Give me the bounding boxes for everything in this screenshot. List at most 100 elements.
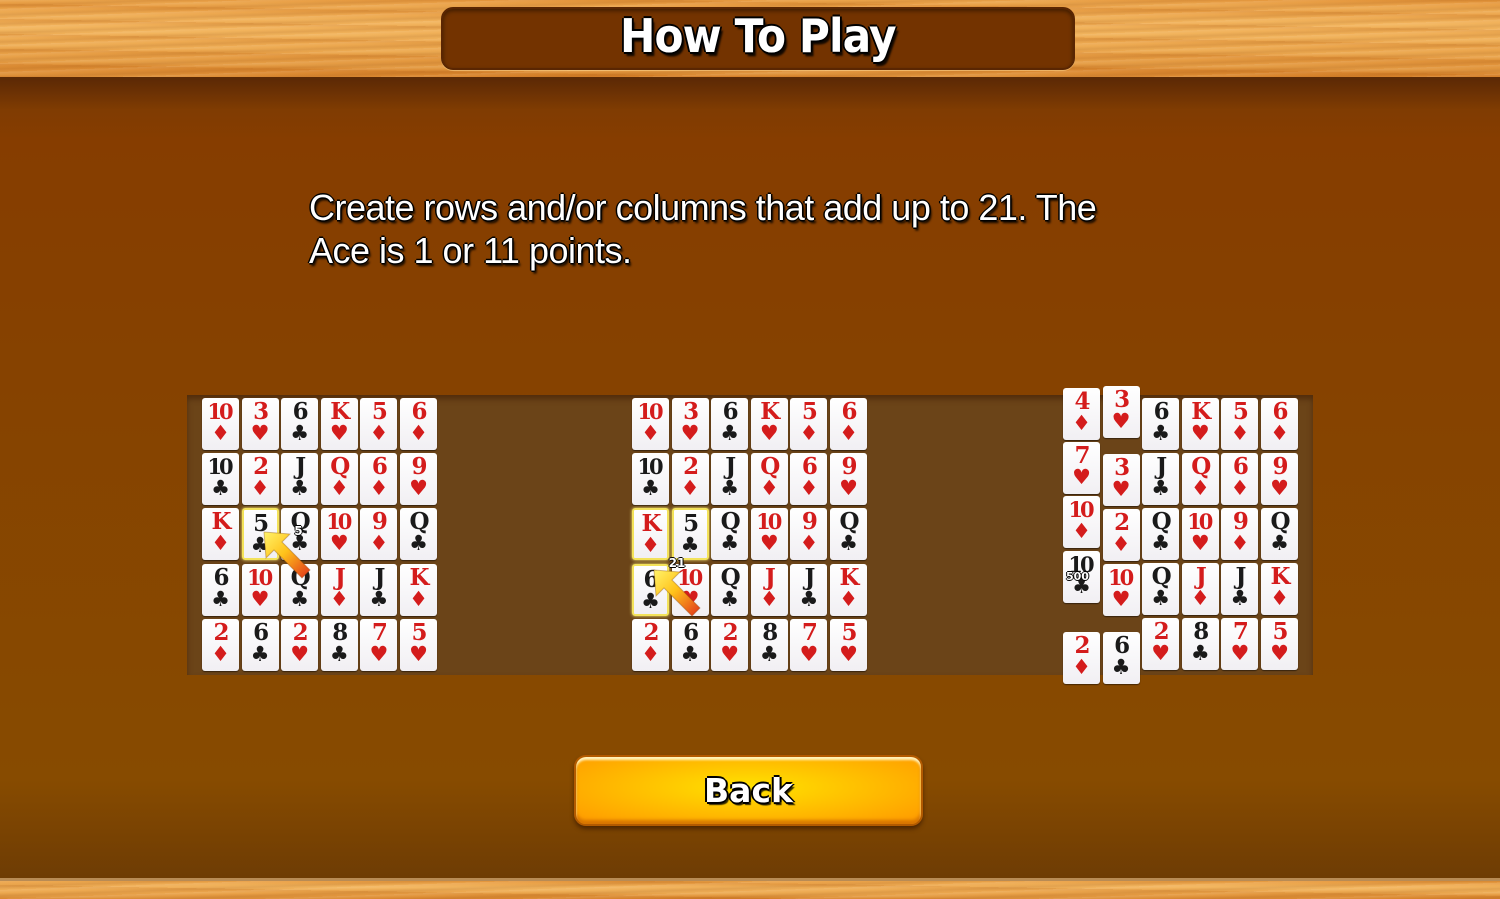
card-k-of-diamonds[interactable]: K ♦ <box>400 563 437 616</box>
diamond-icon: ♦ <box>369 530 389 556</box>
card-10-of-clubs[interactable]: 10 ♣ <box>632 453 669 506</box>
card-10-of-hearts[interactable]: 10 ♥ <box>320 508 358 561</box>
card-2-of-hearts[interactable]: 2 ♥ <box>711 618 749 671</box>
card-j-of-clubs[interactable]: J ♣ <box>1142 453 1180 505</box>
club-icon: ♣ <box>680 532 700 558</box>
heart-icon: ♥ <box>329 420 349 445</box>
card-j-of-clubs[interactable]: J ♣ <box>711 453 749 506</box>
card-6-of-clubs[interactable]: 6 ♣ <box>1142 398 1180 450</box>
card-10-of-clubs[interactable]: 10 ♣ <box>1063 551 1100 603</box>
card-q-of-diamonds[interactable]: Q ♦ <box>1181 453 1219 505</box>
card-9-of-hearts[interactable]: 9 ♥ <box>1261 453 1298 505</box>
card-2-of-diamonds[interactable]: 2 ♦ <box>1102 509 1140 561</box>
card-k-of-diamonds[interactable]: K ♦ <box>202 508 239 561</box>
card-j-of-diamonds[interactable]: J ♦ <box>320 563 358 616</box>
card-2-of-hearts[interactable]: 2 ♥ <box>1142 618 1180 670</box>
card-k-of-hearts[interactable]: K ♥ <box>750 398 788 450</box>
card-7-of-hearts[interactable]: 7 ♥ <box>1063 442 1100 494</box>
card-6-of-diamonds[interactable]: 6 ♦ <box>360 453 398 506</box>
diamond-icon: ♦ <box>369 420 389 445</box>
card-q-of-clubs[interactable]: Q ♣ <box>281 563 319 616</box>
card-5-of-clubs[interactable]: 5 ♣ <box>241 508 279 561</box>
card-7-of-hearts[interactable]: 7 ♥ <box>1221 618 1259 670</box>
card-8-of-clubs[interactable]: 8 ♣ <box>320 618 358 671</box>
card-6-of-clubs[interactable]: 6 ♣ <box>671 618 709 671</box>
card-7-of-hearts[interactable]: 7 ♥ <box>790 618 828 671</box>
card-2-of-diamonds[interactable]: 2 ♦ <box>632 618 669 671</box>
card-5-of-diamonds[interactable]: 5 ♦ <box>790 398 828 450</box>
card-q-of-diamonds[interactable]: Q ♦ <box>320 453 358 506</box>
card-9-of-hearts[interactable]: 9 ♥ <box>400 453 437 506</box>
card-q-of-diamonds[interactable]: Q ♦ <box>750 453 788 506</box>
card-k-of-diamonds[interactable]: K ♦ <box>632 508 669 561</box>
club-icon: ♣ <box>720 585 740 611</box>
card-q-of-clubs[interactable]: Q ♣ <box>711 563 749 616</box>
card-8-of-clubs[interactable]: 8 ♣ <box>1181 618 1219 670</box>
card-8-of-clubs[interactable]: 8 ♣ <box>750 618 788 671</box>
card-10-of-diamonds[interactable]: 10 ♦ <box>1063 496 1100 548</box>
card-j-of-diamonds[interactable]: J ♦ <box>750 563 788 616</box>
card-6-of-diamonds[interactable]: 6 ♦ <box>400 398 437 450</box>
card-5-of-hearts[interactable]: 5 ♥ <box>400 618 437 671</box>
card-6-of-diamonds[interactable]: 6 ♦ <box>1261 398 1298 450</box>
card-9-of-diamonds[interactable]: 9 ♦ <box>1221 508 1259 560</box>
card-6-of-clubs[interactable]: 6 ♣ <box>711 398 749 450</box>
card-q-of-clubs[interactable]: Q ♣ <box>830 508 867 561</box>
card-10-of-hearts[interactable]: 10 ♥ <box>671 563 709 616</box>
card-9-of-diamonds[interactable]: 9 ♦ <box>790 508 828 561</box>
card-9-of-diamonds[interactable]: 9 ♦ <box>360 508 398 561</box>
card-q-of-clubs[interactable]: Q ♣ <box>281 508 319 561</box>
card-j-of-clubs[interactable]: J ♣ <box>360 563 398 616</box>
card-6-of-clubs[interactable]: 6 ♣ <box>202 563 239 616</box>
card-j-of-clubs[interactable]: J ♣ <box>281 453 319 506</box>
card-q-of-clubs[interactable]: Q ♣ <box>711 508 749 561</box>
card-10-of-hearts[interactable]: 10 ♥ <box>241 563 279 616</box>
card-k-of-hearts[interactable]: K ♥ <box>1181 398 1219 450</box>
card-2-of-diamonds[interactable]: 2 ♦ <box>671 453 709 506</box>
heart-icon: ♥ <box>759 530 779 556</box>
heart-icon: ♥ <box>250 585 270 611</box>
card-k-of-diamonds[interactable]: K ♦ <box>1261 563 1298 615</box>
card-4-of-diamonds[interactable]: 4 ♦ <box>1063 388 1100 440</box>
card-2-of-diamonds[interactable]: 2 ♦ <box>1063 632 1100 684</box>
card-6-of-diamonds[interactable]: 6 ♦ <box>790 453 828 506</box>
card-j-of-clubs[interactable]: J ♣ <box>790 563 828 616</box>
card-6-of-diamonds[interactable]: 6 ♦ <box>1221 453 1259 505</box>
card-7-of-hearts[interactable]: 7 ♥ <box>360 618 398 671</box>
card-10-of-hearts[interactable]: 10 ♥ <box>1102 564 1140 616</box>
card-3-of-hearts[interactable]: 3 ♥ <box>1102 454 1140 506</box>
card-5-of-hearts[interactable]: 5 ♥ <box>1261 618 1298 670</box>
card-6-of-clubs[interactable]: 6 ♣ <box>281 398 319 450</box>
card-q-of-clubs[interactable]: Q ♣ <box>400 508 437 561</box>
card-10-of-hearts[interactable]: 10 ♥ <box>750 508 788 561</box>
diamond-icon: ♦ <box>211 640 230 666</box>
card-k-of-hearts[interactable]: K ♥ <box>320 398 358 450</box>
card-q-of-clubs[interactable]: Q ♣ <box>1261 508 1298 560</box>
card-2-of-hearts[interactable]: 2 ♥ <box>281 618 319 671</box>
back-button[interactable]: Back <box>574 755 923 826</box>
card-5-of-diamonds[interactable]: 5 ♦ <box>1221 398 1259 450</box>
card-5-of-hearts[interactable]: 5 ♥ <box>830 618 867 671</box>
card-10-of-clubs[interactable]: 10 ♣ <box>202 453 239 506</box>
card-3-of-hearts[interactable]: 3 ♥ <box>241 398 279 450</box>
card-5-of-diamonds[interactable]: 5 ♦ <box>360 398 398 450</box>
card-10-of-hearts[interactable]: 10 ♥ <box>1181 508 1219 560</box>
card-3-of-hearts[interactable]: 3 ♥ <box>671 398 709 450</box>
card-10-of-diamonds[interactable]: 10 ♦ <box>632 398 669 450</box>
card-j-of-clubs[interactable]: J ♣ <box>1221 563 1259 615</box>
club-icon: ♣ <box>329 640 349 666</box>
card-3-of-hearts[interactable]: 3 ♥ <box>1102 386 1140 438</box>
card-q-of-clubs[interactable]: Q ♣ <box>1142 563 1180 615</box>
card-6-of-diamonds[interactable]: 6 ♦ <box>830 398 867 450</box>
card-2-of-diamonds[interactable]: 2 ♦ <box>241 453 279 506</box>
card-k-of-diamonds[interactable]: K ♦ <box>830 563 867 616</box>
card-6-of-clubs[interactable]: 6 ♣ <box>632 563 669 616</box>
card-5-of-clubs[interactable]: 5 ♣ <box>671 508 709 561</box>
card-6-of-clubs[interactable]: 6 ♣ <box>241 618 279 671</box>
card-9-of-hearts[interactable]: 9 ♥ <box>830 453 867 506</box>
card-j-of-diamonds[interactable]: J ♦ <box>1181 563 1219 615</box>
card-10-of-diamonds[interactable]: 10 ♦ <box>202 398 239 450</box>
card-2-of-diamonds[interactable]: 2 ♦ <box>202 618 239 671</box>
card-6-of-clubs[interactable]: 6 ♣ <box>1102 632 1140 684</box>
card-q-of-clubs[interactable]: Q ♣ <box>1142 508 1180 560</box>
